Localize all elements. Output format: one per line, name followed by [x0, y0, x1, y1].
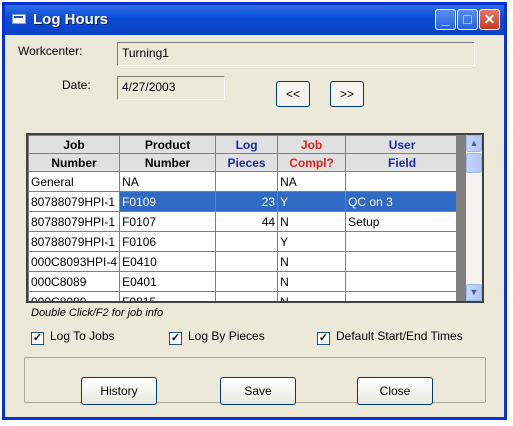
maximize-button[interactable]: □ [457, 9, 478, 30]
col-header-log[interactable]: Log [215, 135, 279, 154]
col-header-user-2[interactable]: Field [345, 153, 460, 172]
checkmark-icon: ✓ [31, 332, 44, 345]
table-row[interactable]: 80788079HPI-1 F0107 44 N Setup [28, 211, 460, 232]
cell-job[interactable]: General [28, 171, 121, 192]
cell-compl[interactable]: N [277, 291, 347, 301]
cell-user[interactable] [345, 171, 460, 192]
cell-compl[interactable]: N [277, 251, 347, 272]
cell-job[interactable]: 000C8089 [28, 271, 121, 292]
date-field[interactable]: 4/27/2003 [117, 76, 225, 100]
cell-product[interactable]: F0815 [119, 291, 217, 301]
chevron-down-icon: ▼ [469, 287, 479, 297]
cell-compl[interactable]: Y [277, 231, 347, 252]
cell-compl[interactable]: Y [277, 191, 347, 212]
header-row-2: Number Number Pieces Compl? Field [28, 153, 460, 172]
log-hours-window: Log Hours _ □ ✕ Workcenter: Turning1 Dat… [2, 2, 507, 420]
cell-user[interactable] [345, 271, 460, 292]
cell-job[interactable]: 80788079HPI-1 [28, 211, 121, 232]
header-row-1: Job Product Log Job User [28, 135, 460, 154]
table-row[interactable]: General NA NA [28, 171, 460, 192]
cell-product[interactable]: E0401 [119, 271, 217, 292]
scroll-up-button[interactable]: ▲ [466, 135, 482, 152]
minimize-button[interactable]: _ [435, 9, 456, 30]
col-header-product-2[interactable]: Number [119, 153, 217, 172]
cell-compl[interactable]: NA [277, 171, 347, 192]
log-to-jobs-label: Log To Jobs [50, 329, 115, 343]
cell-user[interactable]: QC on 3 [345, 191, 460, 212]
scroll-thumb[interactable] [466, 153, 482, 173]
checkmark-icon: ✓ [317, 332, 330, 345]
cell-pieces[interactable] [215, 271, 279, 292]
title-bar[interactable]: Log Hours _ □ ✕ [5, 5, 504, 35]
history-button[interactable]: History [81, 377, 157, 405]
cell-job[interactable]: 80788079HPI-1 [28, 231, 121, 252]
table-row[interactable]: 000C8093HPI-4 E0410 N [28, 251, 460, 272]
previous-date-button[interactable]: << [276, 81, 310, 107]
col-header-compl[interactable]: Job [277, 135, 347, 154]
log-by-pieces-label: Log By Pieces [188, 329, 265, 343]
cell-compl[interactable]: N [277, 271, 347, 292]
cell-user[interactable] [345, 251, 460, 272]
col-header-job[interactable]: Job [28, 135, 121, 154]
cell-pieces[interactable] [215, 231, 279, 252]
cell-user[interactable]: Setup [345, 211, 460, 232]
job-grid[interactable]: Job Product Log Job User Number Number P… [26, 133, 484, 303]
cell-pieces[interactable] [215, 171, 279, 192]
workcenter-field[interactable]: Turning1 [117, 42, 475, 66]
col-header-user[interactable]: User [345, 135, 460, 154]
maximize-icon: □ [463, 11, 472, 27]
cell-product[interactable]: F0106 [119, 231, 217, 252]
job-info-hint: Double Click/F2 for job info [31, 307, 164, 319]
close-icon: ✕ [483, 11, 496, 27]
window-icon [12, 14, 26, 24]
vertical-scrollbar[interactable]: ▲ ▼ [466, 135, 482, 301]
scroll-down-button[interactable]: ▼ [466, 284, 482, 301]
cell-pieces[interactable] [215, 291, 279, 301]
cell-pieces[interactable]: 44 [215, 211, 279, 232]
cell-job[interactable]: 000C8089 [28, 291, 121, 301]
close-button[interactable]: Close [357, 377, 433, 405]
cell-user[interactable] [345, 231, 460, 252]
cell-product[interactable]: F0107 [119, 211, 217, 232]
date-label: Date: [62, 78, 91, 92]
cell-pieces[interactable] [215, 251, 279, 272]
cell-job[interactable]: 000C8093HPI-4 [28, 251, 121, 272]
grid-empty-area [456, 135, 466, 301]
cell-pieces[interactable]: 23 [215, 191, 279, 212]
col-header-log-2[interactable]: Pieces [215, 153, 279, 172]
table-row-selected[interactable]: 80788079HPI-1 F0109 23 Y QC on 3 [28, 191, 460, 212]
col-header-product[interactable]: Product [119, 135, 217, 154]
minimize-icon: _ [441, 11, 450, 27]
chevron-up-icon: ▲ [469, 138, 479, 148]
col-header-compl-2[interactable]: Compl? [277, 153, 347, 172]
default-times-checkbox[interactable]: ✓ Default Start/End Times [317, 329, 463, 345]
cell-product[interactable]: NA [119, 171, 217, 192]
job-table: Job Product Log Job User Number Number P… [28, 135, 460, 301]
log-to-jobs-checkbox[interactable]: ✓ Log To Jobs [31, 329, 115, 345]
table-row[interactable]: 80788079HPI-1 F0106 Y [28, 231, 460, 252]
col-header-job-2[interactable]: Number [28, 153, 121, 172]
close-window-button[interactable]: ✕ [479, 9, 500, 30]
window-title: Log Hours [33, 11, 108, 28]
cell-compl[interactable]: N [277, 211, 347, 232]
table-row[interactable]: 000C8089 E0401 N [28, 271, 460, 292]
checkmark-icon: ✓ [169, 332, 182, 345]
save-button[interactable]: Save [220, 377, 296, 405]
table-row[interactable]: 000C8089 F0815 N [28, 291, 460, 301]
cell-user[interactable] [345, 291, 460, 301]
cell-product[interactable]: F0109 [119, 191, 217, 212]
cell-job[interactable]: 80788079HPI-1 [28, 191, 121, 212]
next-date-button[interactable]: >> [330, 81, 364, 107]
log-by-pieces-checkbox[interactable]: ✓ Log By Pieces [169, 329, 265, 345]
workcenter-label: Workcenter: [18, 44, 83, 58]
cell-product[interactable]: E0410 [119, 251, 217, 272]
default-times-label: Default Start/End Times [336, 329, 463, 343]
